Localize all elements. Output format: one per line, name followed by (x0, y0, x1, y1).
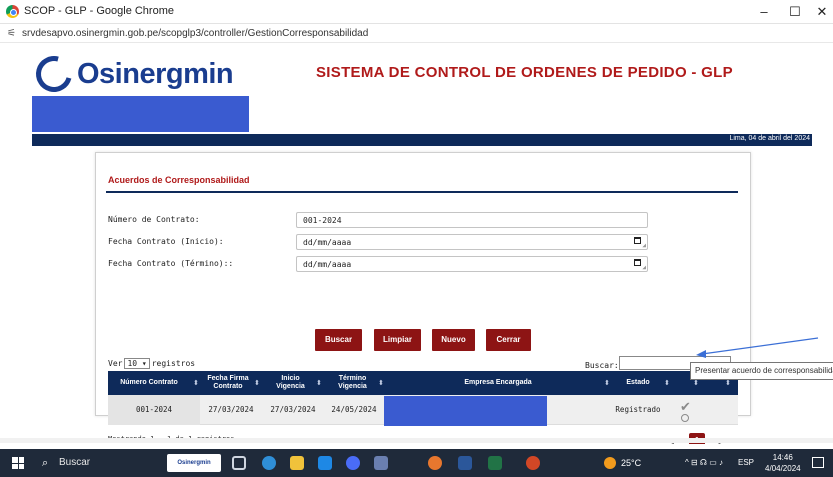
page-length-control: Ver 10 ▾ registros (108, 358, 195, 369)
clock[interactable]: 14:46 4/04/2024 (765, 452, 801, 474)
col-contract-number[interactable]: Número Contrato (108, 371, 190, 395)
edge-icon[interactable] (262, 456, 276, 470)
chrome-taskbar-icon[interactable] (428, 456, 442, 470)
taskbar-search-placeholder: Buscar (59, 457, 91, 468)
col-status[interactable]: Estado (616, 371, 660, 395)
taskbar-search[interactable]: ⌕ Buscar (37, 453, 157, 473)
length-prefix: Ver (108, 359, 123, 368)
sort-icon[interactable]: ⬍ (193, 379, 199, 387)
clock-time: 14:46 (772, 453, 793, 462)
window-title: SCOP - GLP - Google Chrome (24, 5, 174, 17)
contract-number-label: Número de Contrato: (108, 215, 200, 224)
sort-icon[interactable]: ⬍ (725, 379, 731, 387)
sort-icon[interactable]: ⬍ (254, 379, 260, 387)
resize-handle-icon: ◢ (642, 242, 646, 249)
col-start-date[interactable]: Inicio Vigencia (268, 371, 313, 395)
search-icon: ⌕ (42, 457, 49, 469)
calendar-icon[interactable] (634, 237, 641, 244)
panel-title: Acuerdos de Corresponsabilidad (108, 175, 250, 185)
table-header: Número Contrato ⬍ Fecha Firma Contrato ⬍… (108, 371, 738, 395)
zoom-icon[interactable] (346, 456, 360, 470)
taskbar-osinergmin-app[interactable]: Osinergmin (167, 454, 221, 472)
cell-status: Registrado (615, 405, 661, 414)
calendar-icon[interactable] (634, 259, 641, 266)
sort-icon[interactable]: ⬍ (316, 379, 322, 387)
cell-end-date: 24/05/2024 (331, 405, 377, 414)
cell-sign-date: 27/03/2024 (208, 405, 254, 414)
circle-icon[interactable] (681, 414, 689, 422)
cell-start-date: 27/03/2024 (270, 405, 316, 414)
word-icon[interactable] (458, 456, 472, 470)
page-length-value: 10 (127, 359, 138, 368)
notification-icon[interactable] (812, 457, 824, 468)
redacted-block (32, 96, 249, 132)
checkmark-icon[interactable]: ✔ (680, 399, 691, 415)
minimize-button[interactable]: – (749, 2, 779, 22)
clock-date: 4/04/2024 (765, 464, 801, 473)
col-company[interactable]: Empresa Encargada (398, 371, 598, 395)
excel-icon[interactable] (488, 456, 502, 470)
settings-app-icon[interactable] (374, 456, 388, 470)
agreements-panel: Acuerdos de Corresponsabilidad Número de… (95, 152, 751, 444)
system-title: SISTEMA DE CONTROL DE ORDENES DE PEDIDO … (316, 64, 733, 81)
task-view-icon[interactable] (232, 456, 246, 470)
col-sign-date[interactable]: Fecha Firma Contrato (203, 371, 253, 395)
contract-end-label: Fecha Contrato (Término):: (108, 259, 234, 268)
annotation-arrow (696, 337, 819, 358)
sort-icon[interactable]: ⬍ (378, 379, 384, 387)
contract-start-value: dd/mm/aaaa (303, 238, 352, 247)
clear-button[interactable]: Limpiar (374, 329, 421, 351)
weather-icon[interactable] (604, 457, 616, 469)
logo-mark-icon (29, 49, 79, 99)
new-button[interactable]: Nuevo (432, 329, 475, 351)
logo-text: Osinergmin (77, 58, 234, 90)
panel-divider (106, 191, 738, 193)
contract-number-value: 001-2024 (303, 216, 342, 225)
sort-icon[interactable]: ⬍ (664, 379, 670, 387)
windows-start-icon[interactable] (12, 457, 24, 469)
header-bar: Lima, 04 de abril del 2024 (32, 134, 812, 146)
outlook-icon[interactable] (318, 456, 332, 470)
powerpoint-icon[interactable] (526, 456, 540, 470)
window-titlebar: SCOP - GLP - Google Chrome – ☐ ✕ (0, 0, 833, 24)
close-button[interactable]: Cerrar (486, 329, 531, 351)
contract-end-value: dd/mm/aaaa (303, 260, 352, 269)
page-length-select[interactable]: 10 ▾ (124, 358, 150, 369)
length-suffix: registros (151, 359, 196, 368)
horizontal-scrollbar[interactable] (0, 438, 833, 443)
header-date: Lima, 04 de abril del 2024 (729, 135, 810, 142)
contract-end-date-input[interactable]: dd/mm/aaaa ◢ (296, 256, 648, 272)
language-indicator[interactable]: ESP (738, 458, 754, 467)
contract-start-date-input[interactable]: dd/mm/aaaa ◢ (296, 234, 648, 250)
contract-number-input[interactable]: 001-2024 (296, 212, 648, 228)
resize-handle-icon: ◢ (642, 264, 646, 271)
redacted-company-cell (384, 396, 547, 426)
table-row[interactable]: 001-2024 27/03/2024 27/03/2024 24/05/202… (108, 395, 738, 426)
page-content: Osinergmin SISTEMA DE CONTROL DE ORDENES… (0, 44, 833, 444)
chrome-icon (6, 5, 19, 18)
site-settings-icon[interactable]: ⚟ (7, 28, 16, 39)
temperature[interactable]: 25°C (621, 458, 641, 468)
search-button[interactable]: Buscar (315, 329, 362, 351)
action-tooltip: Presentar acuerdo de corresponsabilidad (690, 362, 833, 380)
url-text[interactable]: srvdesapvo.osinergmin.gob.pe/scopglp3/co… (22, 28, 368, 39)
file-explorer-icon[interactable] (290, 456, 304, 470)
cell-contract-number: 001-2024 (108, 395, 200, 425)
sort-icon[interactable]: ⬍ (604, 379, 610, 387)
address-bar[interactable]: ⚟ srvdesapvo.osinergmin.gob.pe/scopglp3/… (0, 24, 833, 43)
maximize-button[interactable]: ☐ (780, 2, 810, 22)
sort-icon[interactable]: ⬍ (693, 379, 699, 387)
contract-start-label: Fecha Contrato (Inicio): (108, 237, 224, 246)
close-window-button[interactable]: ✕ (807, 2, 833, 22)
table-search-label: Buscar: (585, 361, 619, 370)
col-end-date[interactable]: Término Vigencia (330, 371, 375, 395)
system-tray-icons[interactable]: ^ ⊟ ☊ ▭ ♪ (685, 458, 723, 467)
taskbar: ⌕ Buscar Osinergmin 25°C ^ ⊟ ☊ ▭ ♪ ESP 1… (0, 449, 833, 477)
